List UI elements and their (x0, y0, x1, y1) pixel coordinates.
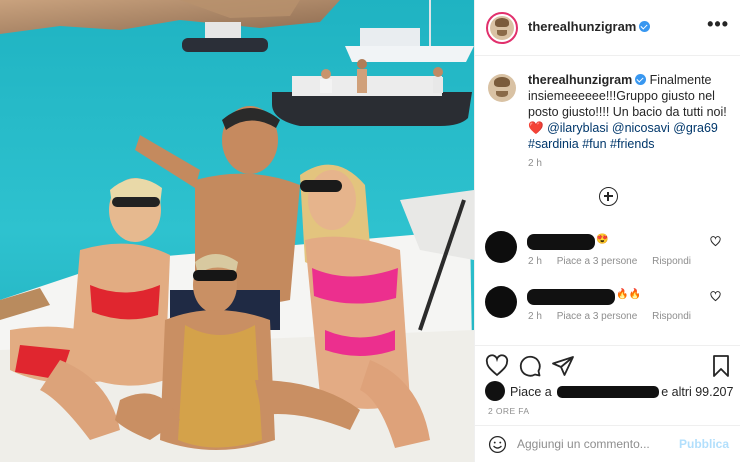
liker-avatar (485, 381, 505, 401)
emoji-icon[interactable] (488, 435, 507, 454)
comment-like-heart-icon[interactable] (710, 236, 721, 247)
author-username[interactable]: therealhunzigram (528, 19, 651, 34)
redacted-username (527, 234, 595, 250)
commenter-avatar[interactable] (485, 286, 517, 318)
bookmark-icon[interactable] (709, 354, 733, 378)
hashtag-friends[interactable]: #friends (610, 137, 654, 151)
mention-nicosavi[interactable]: @nicosavi (612, 121, 670, 135)
redacted-username (527, 289, 615, 305)
comment-icon[interactable] (518, 354, 542, 378)
hashtag-sardinia[interactable]: #sardinia (528, 137, 579, 151)
likes-suffix: e altri 99.207 (661, 385, 734, 399)
mention-gra69[interactable]: @gra69 (673, 121, 718, 135)
verified-badge-icon (639, 21, 651, 32)
caption-username[interactable]: therealhunzigram (528, 73, 632, 87)
comment-text: 😍 (596, 234, 609, 245)
load-more-comments-icon[interactable] (599, 187, 618, 206)
more-options-icon[interactable]: ••• (707, 14, 729, 35)
author-avatar[interactable] (486, 12, 518, 44)
mention-ilaryblasi[interactable]: @ilaryblasi (547, 121, 608, 135)
comment-likes-count[interactable]: Piace a 3 persone (557, 311, 638, 322)
post-photo-illustration (0, 0, 474, 462)
caption-author-avatar[interactable] (486, 72, 518, 104)
author-username-text[interactable]: therealhunzigram (528, 19, 636, 34)
comment-item: 😍 2 h Piace a 3 persone Rispondi (475, 231, 740, 281)
redacted-liker-name (557, 386, 660, 398)
comment-text: 🔥🔥 (616, 289, 641, 300)
commenter-avatar[interactable] (485, 231, 517, 263)
likes-summary[interactable]: Piace a e altri 99.207 (485, 381, 733, 401)
red-heart-emoji: ❤️ (528, 121, 544, 135)
comment-timestamp: 2 h (528, 256, 542, 267)
publish-button[interactable]: Pubblica (679, 437, 729, 451)
comment-reply-button[interactable]: Rispondi (652, 256, 691, 267)
post-header: therealhunzigram ••• (475, 0, 740, 56)
caption-text-block: therealhunzigram Finalmente insiemeeeeee… (528, 72, 733, 152)
hashtag-fun[interactable]: #fun (582, 137, 606, 151)
comment-reply-button[interactable]: Rispondi (652, 311, 691, 322)
caption-timestamp: 2 h (528, 158, 542, 169)
comment-item: 🔥🔥 2 h Piace a 3 persone Rispondi (475, 286, 740, 336)
post-photo[interactable] (0, 0, 474, 462)
comment-likes-count[interactable]: Piace a 3 persone (557, 256, 638, 267)
likes-prefix: Piace a (510, 385, 552, 399)
comment-timestamp: 2 h (528, 311, 542, 322)
add-comment-bar: Pubblica (475, 425, 740, 462)
heart-icon[interactable] (485, 354, 509, 378)
post-details-panel: therealhunzigram ••• therealhunzigram Fi… (474, 0, 740, 462)
comment-like-heart-icon[interactable] (710, 291, 721, 302)
post-timestamp: 2 ORE FA (488, 406, 530, 416)
comment-meta: 2 h Piace a 3 persone Rispondi (528, 311, 703, 322)
comment-input[interactable] (517, 433, 667, 455)
caption-verified-badge-icon (635, 74, 647, 85)
share-icon[interactable] (551, 354, 575, 378)
comment-meta: 2 h Piace a 3 persone Rispondi (528, 256, 703, 267)
